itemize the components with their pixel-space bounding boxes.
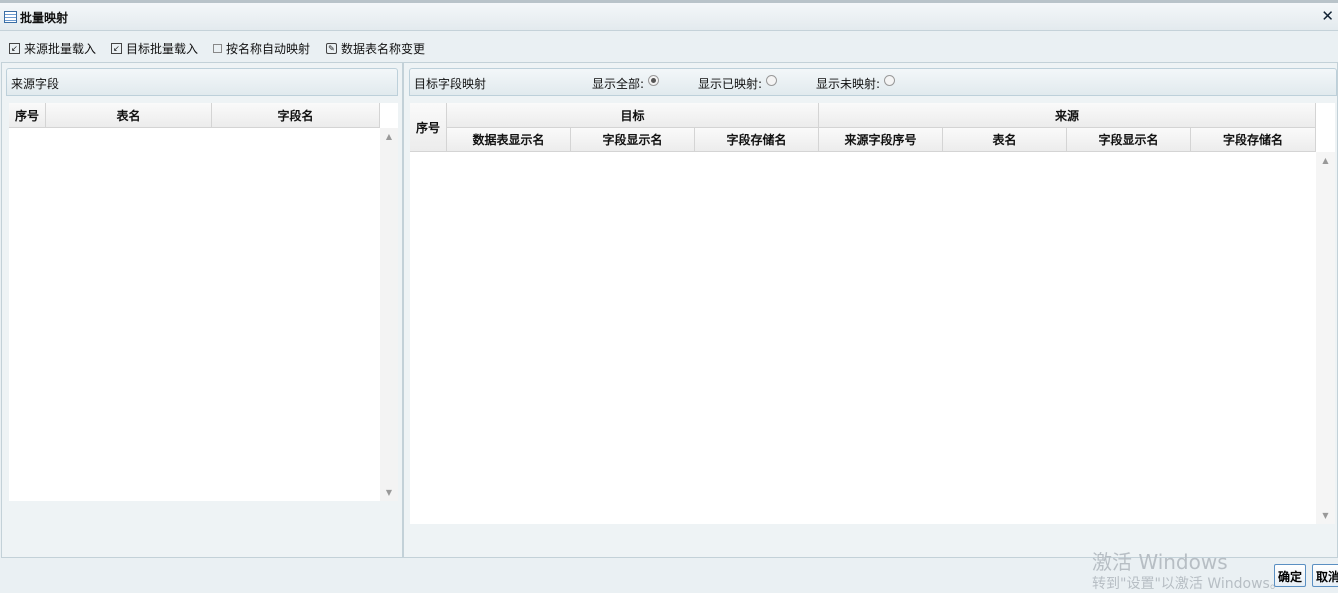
panel-title: 来源字段 bbox=[6, 68, 398, 96]
button-label: 来源批量载入 bbox=[24, 42, 97, 56]
radio-label: 显示已映射: bbox=[698, 77, 763, 91]
button-label: 按名称自动映射 bbox=[226, 42, 311, 56]
target-batch-load-button[interactable]: ↙ 目标批量载入 bbox=[111, 40, 198, 57]
vertical-scrollbar[interactable]: ▲ ▼ bbox=[380, 128, 398, 501]
col-header-index[interactable]: 序号 bbox=[410, 103, 447, 152]
group-header-target: 目标 bbox=[447, 103, 819, 128]
ok-button[interactable]: 确定 bbox=[1274, 564, 1306, 587]
col-header-target-table-display[interactable]: 数据表显示名 bbox=[447, 128, 571, 152]
panel-title: 目标字段映射 bbox=[414, 77, 487, 91]
radio-label: 显示全部: bbox=[592, 77, 645, 91]
watermark-subtitle: 转到"设置"以激活 Windows。 bbox=[1092, 576, 1284, 592]
col-header-table[interactable]: 表名 bbox=[46, 103, 212, 128]
mapping-grid: 序号 目标 来源 数据表显示名 字段显示名 字段存储名 来源字段序号 表名 字段… bbox=[410, 103, 1335, 524]
col-header-source-field-storage[interactable]: 字段存储名 bbox=[1191, 128, 1316, 152]
col-header-field[interactable]: 字段名 bbox=[212, 103, 380, 128]
filter-show-unmapped[interactable]: 显示未映射: bbox=[816, 75, 896, 92]
cancel-button[interactable]: 取消 bbox=[1312, 564, 1338, 587]
button-label: 数据表名称变更 bbox=[341, 42, 426, 56]
radio-button[interactable] bbox=[884, 75, 896, 86]
source-fields-panel: 来源字段 序号 表名 字段名 ▲ ▼ bbox=[1, 62, 403, 558]
panel-header: 目标字段映射 显示全部: 显示已映射: 显示未映射: bbox=[409, 68, 1337, 96]
title-bar: 批量映射 ✕ bbox=[0, 0, 1338, 31]
filter-show-all[interactable]: 显示全部: bbox=[592, 75, 660, 92]
close-icon[interactable]: ✕ bbox=[1321, 7, 1334, 25]
map-icon bbox=[213, 44, 222, 53]
grid-icon bbox=[4, 11, 17, 23]
col-header-target-field-storage[interactable]: 字段存储名 bbox=[695, 128, 819, 152]
edit-icon: ↙ bbox=[9, 43, 20, 54]
radio-button[interactable] bbox=[766, 75, 778, 86]
pencil-icon: ✎ bbox=[326, 43, 337, 54]
window-title: 批量映射 bbox=[20, 11, 69, 25]
col-header-source-field-display[interactable]: 字段显示名 bbox=[1067, 128, 1191, 152]
target-mapping-panel: 目标字段映射 显示全部: 显示已映射: 显示未映射: 序号 目标 来源 数据表显… bbox=[403, 62, 1338, 558]
source-grid: 序号 表名 字段名 ▲ ▼ bbox=[9, 103, 398, 501]
watermark-title: 激活 Windows bbox=[1092, 550, 1228, 574]
col-header-index[interactable]: 序号 bbox=[9, 103, 46, 128]
col-header-target-field-display[interactable]: 字段显示名 bbox=[571, 128, 695, 152]
auto-map-by-name-button[interactable]: 按名称自动映射 bbox=[213, 40, 310, 57]
source-batch-load-button[interactable]: ↙ 来源批量载入 bbox=[9, 40, 96, 57]
group-header-source: 来源 bbox=[819, 103, 1316, 128]
radio-button[interactable] bbox=[648, 75, 660, 86]
rename-table-button[interactable]: ✎ 数据表名称变更 bbox=[326, 40, 425, 57]
button-label: 目标批量载入 bbox=[126, 42, 199, 56]
toolbar: ↙ 来源批量载入 ↙ 目标批量载入 按名称自动映射 ✎ 数据表名称变更 bbox=[0, 36, 1338, 60]
col-header-source-field-index[interactable]: 来源字段序号 bbox=[819, 128, 943, 152]
col-header-source-table[interactable]: 表名 bbox=[943, 128, 1067, 152]
filter-show-mapped[interactable]: 显示已映射: bbox=[698, 75, 778, 92]
edit-icon: ↙ bbox=[111, 43, 122, 54]
vertical-scrollbar[interactable]: ▲ ▼ bbox=[1316, 152, 1335, 524]
radio-label: 显示未映射: bbox=[816, 77, 881, 91]
